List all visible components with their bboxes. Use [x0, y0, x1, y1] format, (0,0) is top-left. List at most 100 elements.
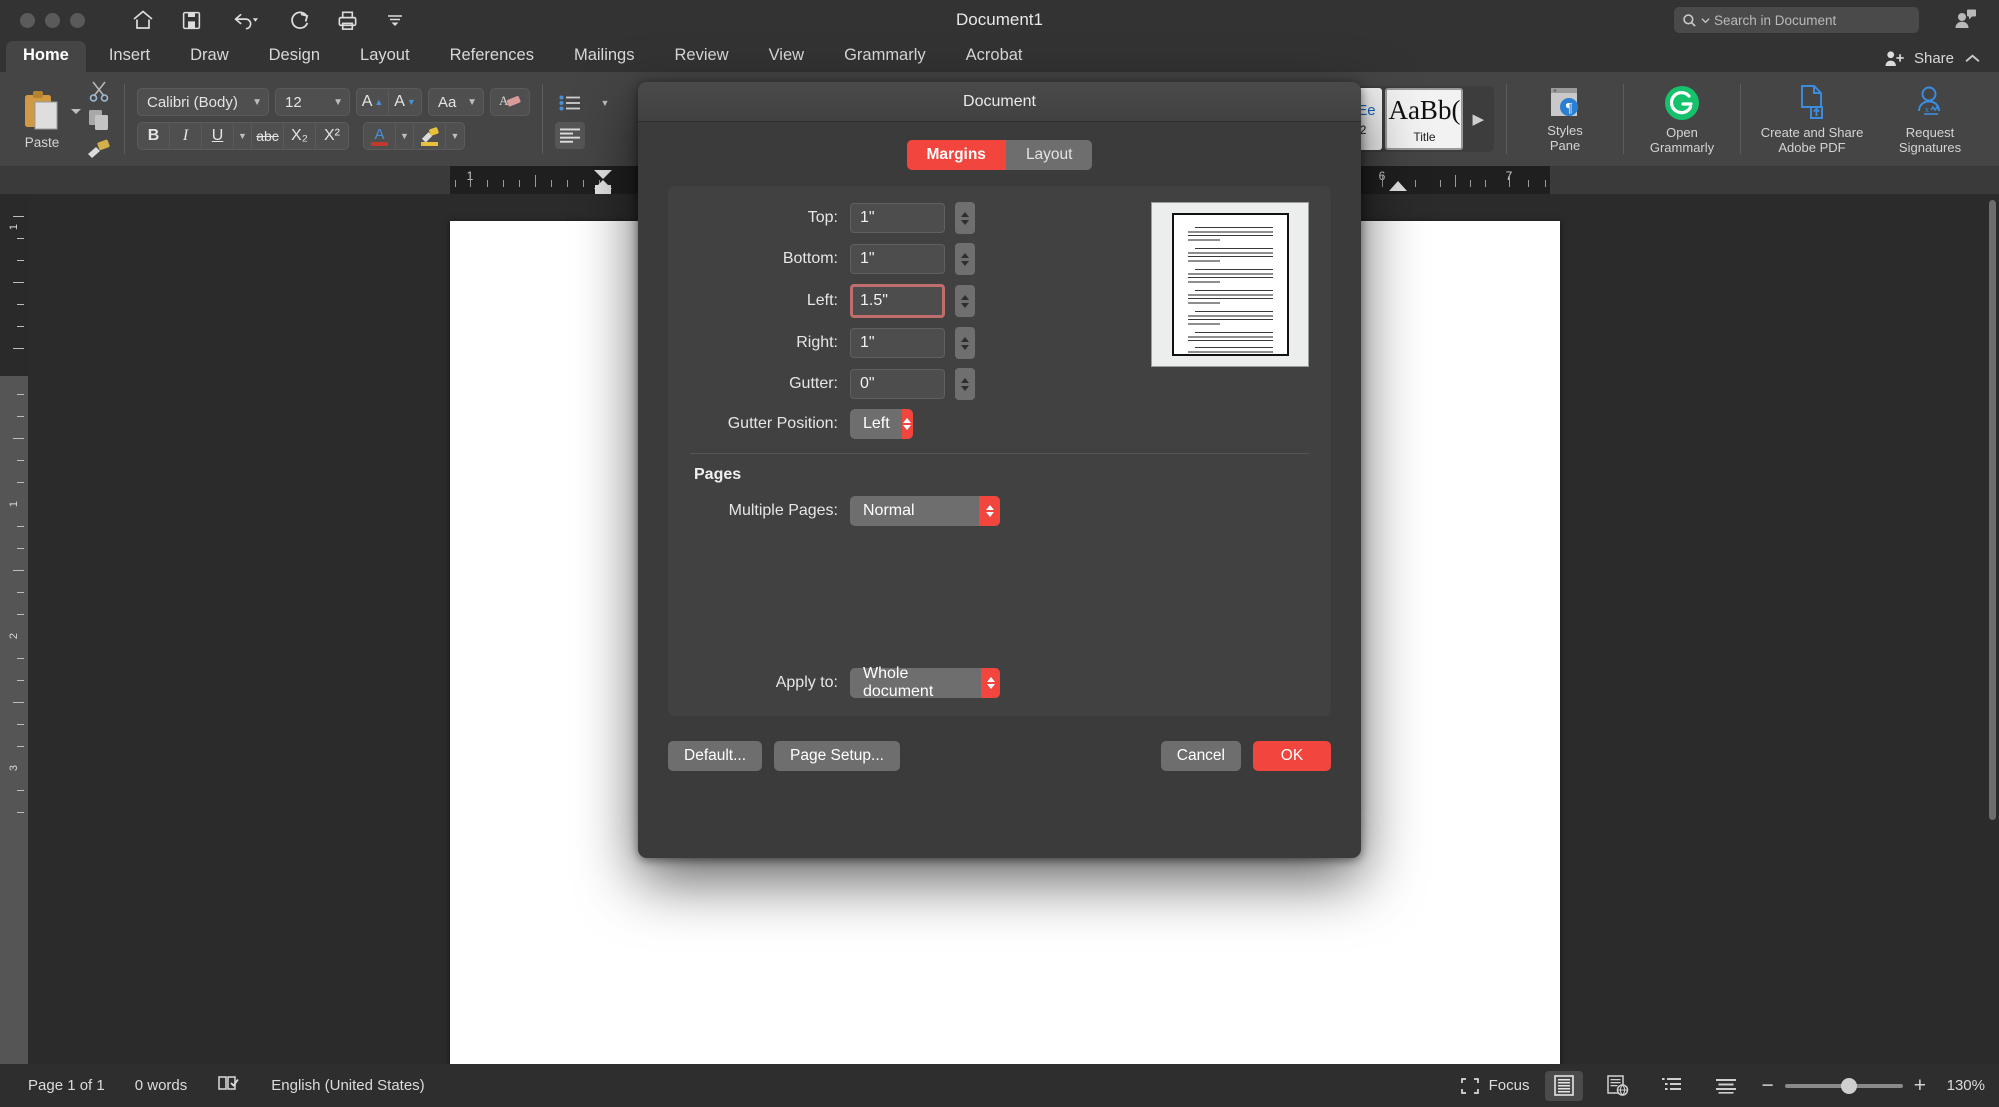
strikethrough-button[interactable]: abc — [252, 122, 284, 150]
clipboard-small-buttons — [82, 80, 112, 158]
decrease-font-size-button[interactable]: A ▼ — [389, 88, 421, 116]
ribbon-group-styles-pane: ¶ Styles Pane — [1509, 72, 1621, 166]
highlight-color-button[interactable] — [414, 122, 446, 150]
left-indent-marker[interactable] — [595, 185, 611, 194]
redo-icon[interactable] — [286, 7, 312, 33]
language-label[interactable]: English (United States) — [271, 1077, 424, 1094]
outline-icon — [1662, 1078, 1682, 1090]
home-icon[interactable] — [130, 7, 156, 33]
multiple-pages-dropdown[interactable]: Normal — [850, 496, 1000, 526]
zoom-out-button[interactable]: − — [1761, 1075, 1773, 1096]
margin-top-input[interactable]: 1" — [850, 203, 945, 233]
margin-top-stepper[interactable] — [955, 202, 975, 234]
gutter-input[interactable]: 0" — [850, 369, 945, 399]
tab-view[interactable]: View — [752, 42, 821, 72]
tab-design[interactable]: Design — [252, 42, 337, 72]
dialog-tab-margins[interactable]: Margins — [906, 140, 1006, 170]
tab-layout[interactable]: Layout — [343, 42, 427, 72]
styles-gallery-next-icon[interactable]: ▶ — [1466, 110, 1490, 128]
outline-view-button[interactable] — [1653, 1071, 1691, 1101]
window-controls[interactable] — [20, 12, 85, 28]
paste-options-chevron-icon[interactable] — [70, 103, 82, 121]
dialog-tab-layout[interactable]: Layout — [1005, 140, 1093, 170]
styles-pane-label-line1: Styles — [1547, 122, 1583, 138]
share-button[interactable]: Share — [1914, 50, 1954, 67]
margin-bottom-stepper[interactable] — [955, 243, 975, 275]
tab-draw[interactable]: Draw — [173, 42, 246, 72]
format-painter-icon[interactable] — [86, 138, 112, 158]
bulleted-list-button[interactable] — [555, 89, 585, 116]
tab-acrobat[interactable]: Acrobat — [949, 42, 1040, 72]
save-icon[interactable] — [178, 7, 204, 33]
zoom-in-button[interactable]: + — [1914, 1075, 1926, 1096]
multiple-pages-row: Multiple Pages: Normal — [690, 496, 1309, 526]
align-left-button[interactable] — [555, 122, 585, 149]
tab-grammarly[interactable]: Grammarly — [827, 42, 943, 72]
spell-check-icon[interactable] — [217, 1074, 241, 1097]
italic-button[interactable]: I — [170, 122, 202, 150]
print-layout-view-button[interactable] — [1545, 1070, 1584, 1101]
undo-icon[interactable] — [226, 7, 264, 33]
tab-insert[interactable]: Insert — [92, 42, 167, 72]
maximize-window-button[interactable] — [70, 12, 85, 28]
create-share-adobe-pdf-button[interactable]: Create and Share Adobe PDF — [1753, 72, 1871, 166]
font-color-chevron-icon[interactable]: ▼ — [396, 122, 414, 150]
vertical-ruler[interactable]: 1 1 2 3 — [0, 194, 28, 1064]
paste-button[interactable]: Paste — [10, 89, 74, 150]
font-name-combobox[interactable]: Calibri (Body) ▼ — [137, 88, 269, 116]
page-count[interactable]: Page 1 of 1 — [28, 1077, 105, 1094]
clear-formatting-button[interactable]: A — [490, 88, 530, 116]
customize-toolbar-icon[interactable] — [382, 7, 408, 33]
tab-mailings[interactable]: Mailings — [557, 42, 652, 72]
zoom-level-label[interactable]: 130% — [1937, 1077, 1985, 1094]
style-card-title[interactable]: AaBb( Title — [1385, 88, 1464, 150]
cut-icon[interactable] — [87, 80, 111, 102]
margin-bottom-input[interactable]: 1" — [850, 244, 945, 274]
zoom-slider-knob[interactable] — [1840, 1077, 1857, 1094]
margin-left-stepper[interactable] — [955, 285, 975, 317]
draft-view-button[interactable] — [1707, 1071, 1745, 1101]
font-size-combobox[interactable]: 12 ▼ — [275, 88, 350, 116]
apply-to-dropdown[interactable]: Whole document — [850, 665, 1000, 700]
page-setup-button[interactable]: Page Setup... — [774, 741, 900, 771]
subscript-button[interactable]: X₂ — [284, 122, 316, 150]
cancel-button[interactable]: Cancel — [1160, 741, 1241, 771]
gutter-position-dropdown[interactable]: Left — [850, 409, 913, 439]
tab-review[interactable]: Review — [657, 42, 745, 72]
default-button[interactable]: Default... — [668, 741, 763, 771]
vertical-scrollbar[interactable] — [1989, 200, 1996, 820]
margin-right-stepper[interactable] — [955, 327, 975, 359]
collaborator-avatar-icon[interactable] — [1953, 8, 1977, 37]
margin-left-input[interactable]: 1.5" — [850, 284, 945, 318]
ok-button[interactable]: OK — [1253, 741, 1331, 771]
styles-pane-button[interactable]: ¶ Styles Pane — [1519, 72, 1611, 166]
gutter-stepper[interactable] — [955, 368, 975, 400]
focus-button[interactable]: Focus — [1460, 1077, 1529, 1095]
underline-button[interactable]: U — [202, 122, 234, 150]
request-signatures-button[interactable]: x Request Signatures — [1871, 72, 1989, 166]
zoom-slider[interactable] — [1784, 1077, 1903, 1094]
change-case-button[interactable]: Aa ▼ — [428, 88, 484, 116]
open-grammarly-button[interactable]: Open Grammarly — [1636, 72, 1728, 166]
tab-home[interactable]: Home — [6, 41, 86, 72]
panel-divider — [690, 453, 1309, 454]
font-color-button[interactable]: A — [364, 122, 396, 150]
search-input[interactable]: Search in Document — [1674, 7, 1919, 33]
collapse-ribbon-icon[interactable] — [1964, 53, 1981, 64]
close-window-button[interactable] — [20, 12, 35, 28]
bulleted-list-chevron-icon[interactable]: ▼ — [590, 89, 620, 116]
margin-right-label: Right: — [796, 334, 838, 351]
web-layout-view-button[interactable] — [1599, 1071, 1637, 1101]
tab-references[interactable]: References — [433, 42, 551, 72]
chevron-down-icon — [1701, 17, 1710, 23]
highlight-chevron-icon[interactable]: ▼ — [446, 122, 464, 150]
print-icon[interactable] — [334, 7, 360, 33]
increase-font-size-button[interactable]: A ▲ — [357, 88, 389, 116]
superscript-button[interactable]: X² — [316, 122, 348, 150]
minimize-window-button[interactable] — [45, 12, 60, 28]
word-count[interactable]: 0 words — [135, 1077, 188, 1094]
bold-button[interactable]: B — [138, 122, 170, 150]
copy-icon[interactable] — [88, 109, 110, 131]
underline-options-chevron-icon[interactable]: ▼ — [234, 122, 252, 150]
margin-right-input[interactable]: 1" — [850, 328, 945, 358]
